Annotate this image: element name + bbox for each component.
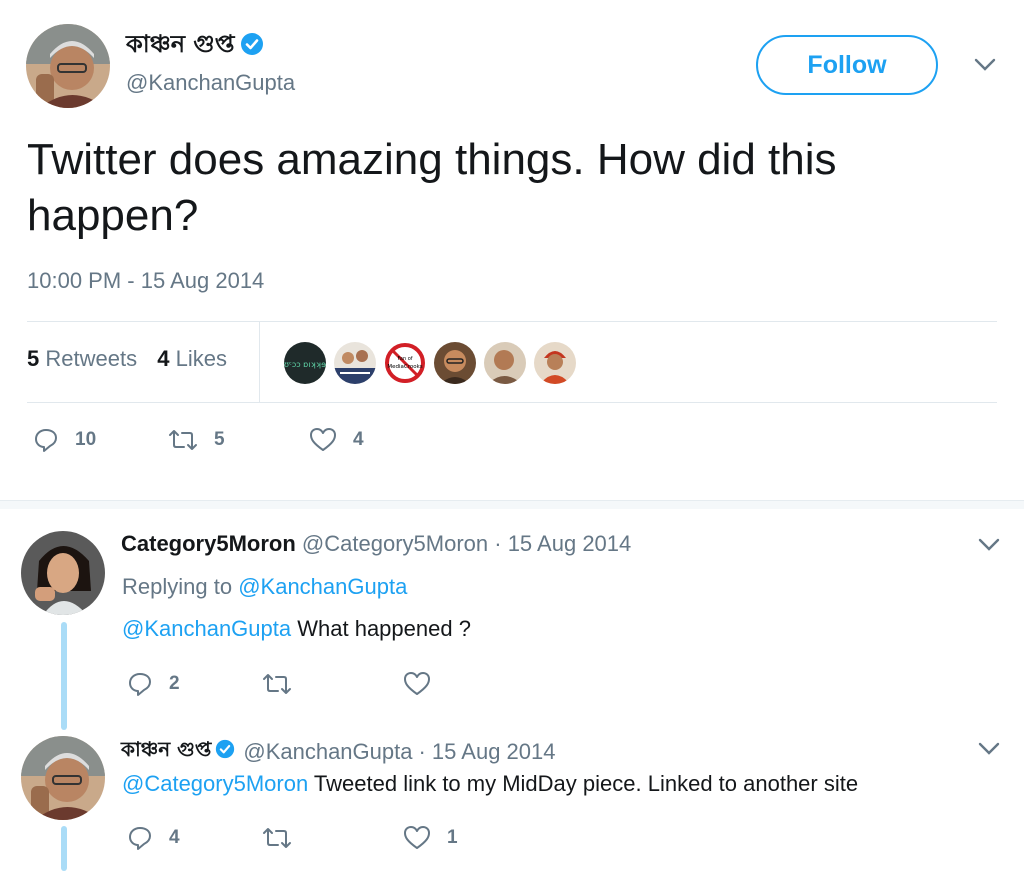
liker-avatar[interactable] [482, 340, 528, 386]
chevron-down-icon[interactable] [977, 536, 1001, 559]
heart-icon [404, 826, 430, 849]
like-count: 1 [447, 827, 458, 848]
reply-author-handle[interactable]: @Category5Moron [302, 531, 488, 556]
svg-text:Fan of: Fan of [397, 356, 412, 362]
liker-avatar[interactable]: ʊᶜɔɔ ɒıʞʞɘ [282, 340, 328, 386]
tweet-timestamp[interactable]: 10:00 PM - 15 Aug 2014 [27, 268, 264, 294]
reply-text: @KanchanGupta What happened ? [122, 616, 471, 642]
replying-to-link[interactable]: @KanchanGupta [238, 574, 407, 599]
like-action[interactable]: 1 [403, 825, 458, 851]
liker-avatar[interactable] [532, 340, 578, 386]
reply-count: 4 [169, 827, 180, 848]
replying-to-line: Replying to @KanchanGupta [122, 574, 407, 600]
reply-icon [35, 429, 57, 452]
author-avatar[interactable] [26, 24, 110, 108]
chevron-down-icon[interactable] [973, 56, 997, 79]
retweets-label: Retweets [45, 346, 138, 371]
author-display-name[interactable]: কাঞ্চন গুপ্ত [126, 26, 234, 66]
likes-label: Likes [175, 346, 227, 371]
retweet-action[interactable] [262, 671, 308, 697]
reply-count: 10 [75, 429, 97, 450]
reply-action[interactable]: 4 [127, 825, 180, 851]
retweet-icon [169, 430, 197, 450]
section-separator [0, 500, 1024, 509]
like-action[interactable]: 4 [309, 427, 364, 453]
verified-badge-icon [215, 739, 235, 765]
reply-icon [129, 827, 151, 850]
author-handle[interactable]: @KanchanGupta [126, 70, 295, 96]
retweet-icon [263, 674, 291, 694]
chevron-down-icon[interactable] [977, 740, 1001, 763]
thread-connector [61, 826, 67, 871]
reply-author-handle[interactable]: @KanchanGupta [243, 739, 412, 765]
divider [27, 402, 997, 403]
verified-badge-icon [240, 32, 264, 61]
reply-author-avatar[interactable] [21, 531, 105, 615]
heart-icon [310, 428, 336, 451]
retweet-action[interactable]: 5 [168, 427, 225, 453]
reply-text: @Category5Moron Tweeted link to my MidDa… [122, 771, 858, 797]
like-action[interactable] [403, 671, 447, 697]
reply-icon [129, 673, 151, 696]
heart-icon [404, 672, 430, 695]
reply-body: Tweeted link to my MidDay piece. Linked … [313, 771, 859, 796]
svg-text:ʊᶜɔɔ ɒıʞʞɘ: ʊᶜɔɔ ɒıʞʞɘ [284, 360, 326, 369]
liker-avatar[interactable]: Fan of MediaCrooks [382, 340, 428, 386]
mention-link[interactable]: @KanchanGupta [122, 616, 291, 641]
likes-stat[interactable]: 4 Likes [157, 346, 227, 371]
tweet-text: Twitter does amazing things. How did thi… [27, 135, 837, 240]
retweets-stat[interactable]: 5 Retweets [27, 346, 137, 371]
svg-text:MediaCrooks: MediaCrooks [387, 364, 422, 370]
liker-avatar[interactable] [332, 340, 378, 386]
replying-to-label: Replying to [122, 574, 233, 599]
reply-count: 2 [169, 673, 180, 694]
reply-body: What happened ? [297, 616, 471, 641]
divider [27, 321, 997, 322]
retweets-count: 5 [27, 346, 40, 371]
reply-action[interactable]: 2 [127, 671, 180, 697]
retweet-icon [263, 828, 291, 848]
follow-button[interactable]: Follow [756, 35, 938, 95]
reply-header: Category5Moron @Category5Moron · 15 Aug … [121, 531, 631, 557]
author-name-row[interactable]: কাঞ্চন গুপ্ত [126, 26, 264, 66]
thread-connector [61, 622, 67, 730]
reply-author-avatar[interactable] [21, 736, 105, 820]
reply-author-name[interactable]: Category5Moron [121, 531, 296, 556]
retweet-action[interactable] [262, 825, 308, 851]
reply-date[interactable]: · 15 Aug 2014 [494, 531, 631, 556]
reply-header: কাঞ্চন গুপ্ত @KanchanGupta · 15 Aug 2014 [121, 735, 556, 768]
tweet-stats: 5 Retweets 4 Likes [27, 346, 227, 372]
reply-date[interactable]: · 15 Aug 2014 [418, 739, 555, 765]
like-count: 4 [353, 429, 364, 450]
mention-link[interactable]: @Category5Moron [122, 771, 308, 796]
reply-author-name[interactable]: কাঞ্চন গুপ্ত [121, 735, 211, 768]
liker-avatar[interactable] [432, 340, 478, 386]
likes-count: 4 [157, 346, 170, 371]
stats-divider [259, 322, 260, 402]
retweet-count: 5 [214, 429, 225, 450]
reply-action[interactable]: 10 [33, 427, 96, 453]
